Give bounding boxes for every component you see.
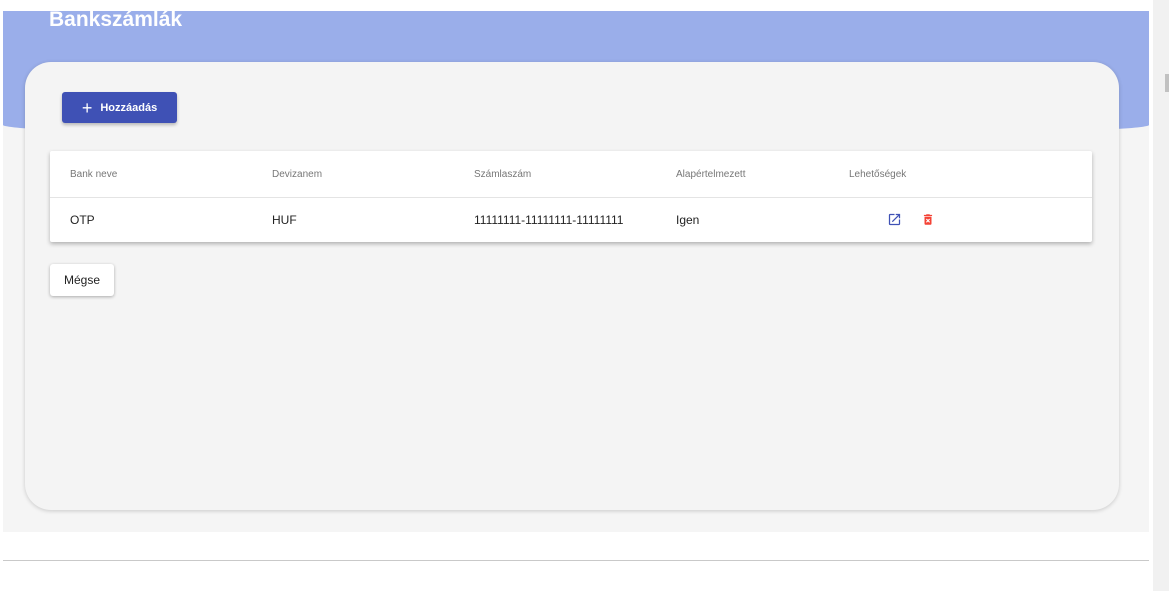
table-row: OTP HUF 11111111-11111111-11111111 Igen bbox=[50, 198, 1092, 241]
page: Bankszámlák + Hozzáadás Bank neve Deviza… bbox=[0, 0, 1169, 591]
edit-icon-graphic bbox=[888, 213, 900, 226]
edit-icon[interactable] bbox=[886, 212, 902, 228]
page-title: Bankszámlák bbox=[49, 11, 183, 31]
cell-bank-name: OTP bbox=[70, 212, 95, 227]
column-header-options: Lehetőségek bbox=[849, 168, 907, 180]
content-area: Bankszámlák + Hozzáadás Bank neve Deviza… bbox=[3, 11, 1149, 532]
table-header-row: Bank neve Devizanem Számlaszám Alapértel… bbox=[50, 151, 1092, 198]
bank-accounts-table: Bank neve Devizanem Számlaszám Alapértel… bbox=[50, 151, 1092, 242]
plus-icon: + bbox=[81, 97, 93, 118]
row-actions bbox=[886, 198, 936, 241]
footer-divider bbox=[3, 560, 1149, 561]
column-header-account-number: Számlaszám bbox=[474, 168, 532, 180]
scrollbar[interactable] bbox=[1153, 0, 1169, 591]
cell-currency: HUF bbox=[272, 212, 297, 227]
add-button[interactable]: + Hozzáadás bbox=[62, 92, 177, 123]
delete-icon[interactable] bbox=[920, 212, 936, 228]
cell-account-number: 11111111-11111111-11111111 bbox=[474, 212, 624, 227]
column-header-currency: Devizanem bbox=[272, 168, 323, 180]
column-header-default: Alapértelmezett bbox=[676, 168, 746, 180]
bank-accounts-card: + Hozzáadás Bank neve Devizanem Számlasz… bbox=[25, 62, 1119, 510]
delete-icon-graphic bbox=[923, 214, 933, 225]
cell-default: Igen bbox=[676, 212, 700, 227]
scrollbar-thumb[interactable] bbox=[1165, 74, 1169, 92]
column-header-bank-name: Bank neve bbox=[70, 168, 118, 180]
add-button-label: Hozzáadás bbox=[100, 101, 158, 114]
cancel-button[interactable]: Mégse bbox=[50, 264, 114, 296]
